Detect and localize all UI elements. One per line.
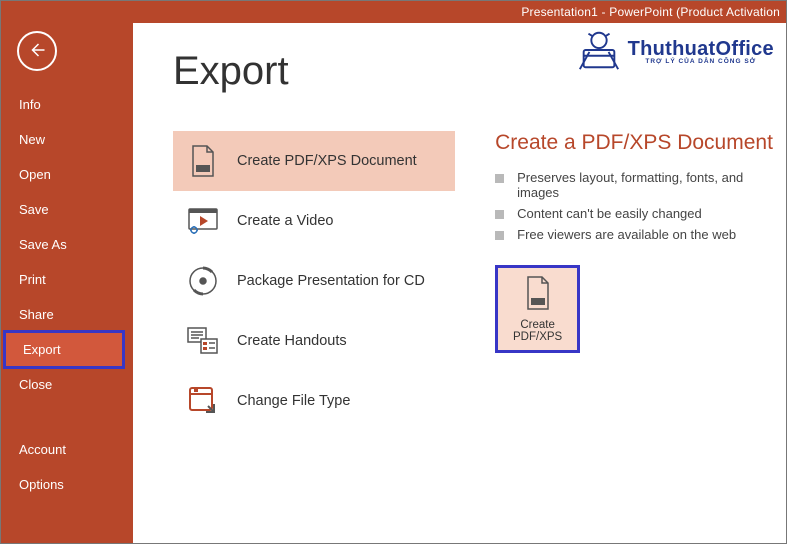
pdf-file-icon (524, 276, 552, 313)
export-detail: Create a PDF/XPS Document Preserves layo… (495, 131, 786, 543)
create-pdf-xps-button[interactable]: Create PDF/XPS (495, 265, 580, 353)
option-create-video[interactable]: Create a Video (173, 191, 455, 251)
sidebar-item-label: Info (19, 97, 41, 112)
option-change-filetype[interactable]: Change File Type (173, 371, 455, 431)
sidebar-item-save[interactable]: Save (1, 192, 133, 227)
sidebar-item-label: New (19, 132, 45, 147)
sidebar-item-label: Close (19, 377, 52, 392)
sidebar-nav: Info New Open Save Save As Print Share E… (1, 87, 133, 502)
watermark-subtitle: TRỢ LÝ CỦA DÂN CÔNG SỞ (628, 59, 774, 66)
detail-bullet: Free viewers are available on the web (495, 224, 776, 245)
button-line1: Create (520, 319, 555, 331)
option-label: Package Presentation for CD (237, 273, 425, 289)
button-line2: PDF/XPS (513, 331, 562, 343)
sidebar-item-options[interactable]: Options (1, 467, 133, 502)
option-label: Create a Video (237, 213, 333, 229)
sidebar-item-label: Open (19, 167, 51, 182)
back-button[interactable] (17, 31, 57, 71)
sidebar-item-share[interactable]: Share (1, 297, 133, 332)
option-create-handouts[interactable]: Create Handouts (173, 311, 455, 371)
sidebar-item-label: Options (19, 477, 64, 492)
option-create-pdf-xps[interactable]: Create PDF/XPS Document (173, 131, 455, 191)
sidebar-item-new[interactable]: New (1, 122, 133, 157)
sidebar-item-label: Export (23, 342, 61, 357)
video-icon (187, 205, 219, 237)
detail-bullet: Content can't be easily changed (495, 203, 776, 224)
backstage-sidebar: Info New Open Save Save As Print Share E… (1, 1, 133, 543)
option-label: Change File Type (237, 393, 350, 409)
sidebar-item-label: Account (19, 442, 66, 457)
option-package-cd[interactable]: Package Presentation for CD (173, 251, 455, 311)
watermark: ThuthuatOffice TRỢ LÝ CỦA DÂN CÔNG SỞ (576, 27, 774, 78)
sidebar-item-close[interactable]: Close (1, 367, 133, 402)
sidebar-item-info[interactable]: Info (1, 87, 133, 122)
change-file-icon (187, 385, 219, 417)
sidebar-item-open[interactable]: Open (1, 157, 133, 192)
option-label: Create Handouts (237, 333, 347, 349)
sidebar-item-label: Print (19, 272, 46, 287)
detail-bullet: Preserves layout, formatting, fonts, and… (495, 167, 776, 203)
page-title: Export (173, 49, 289, 94)
handout-icon (187, 325, 219, 357)
sidebar-item-label: Save As (19, 237, 67, 252)
sidebar-item-print[interactable]: Print (1, 262, 133, 297)
pdf-file-icon (187, 145, 219, 177)
sidebar-item-export[interactable]: Export (5, 332, 123, 367)
sidebar-item-label: Share (19, 307, 54, 322)
export-options: Create PDF/XPS Document Create a Video (173, 131, 455, 543)
mascot-icon (576, 27, 622, 78)
watermark-title: ThuthuatOffice (628, 39, 774, 59)
option-label: Create PDF/XPS Document (237, 153, 417, 169)
sidebar-item-label: Save (19, 202, 49, 217)
sidebar-item-account[interactable]: Account (1, 432, 133, 467)
back-arrow-icon (28, 41, 46, 62)
detail-bullets: Preserves layout, formatting, fonts, and… (495, 167, 776, 245)
cd-icon (187, 265, 219, 297)
export-panel: Export ThuthuatOffice TRỢ LÝ CỦA DÂN CÔN… (133, 1, 786, 543)
detail-title: Create a PDF/XPS Document (495, 131, 776, 155)
sidebar-item-saveas[interactable]: Save As (1, 227, 133, 262)
